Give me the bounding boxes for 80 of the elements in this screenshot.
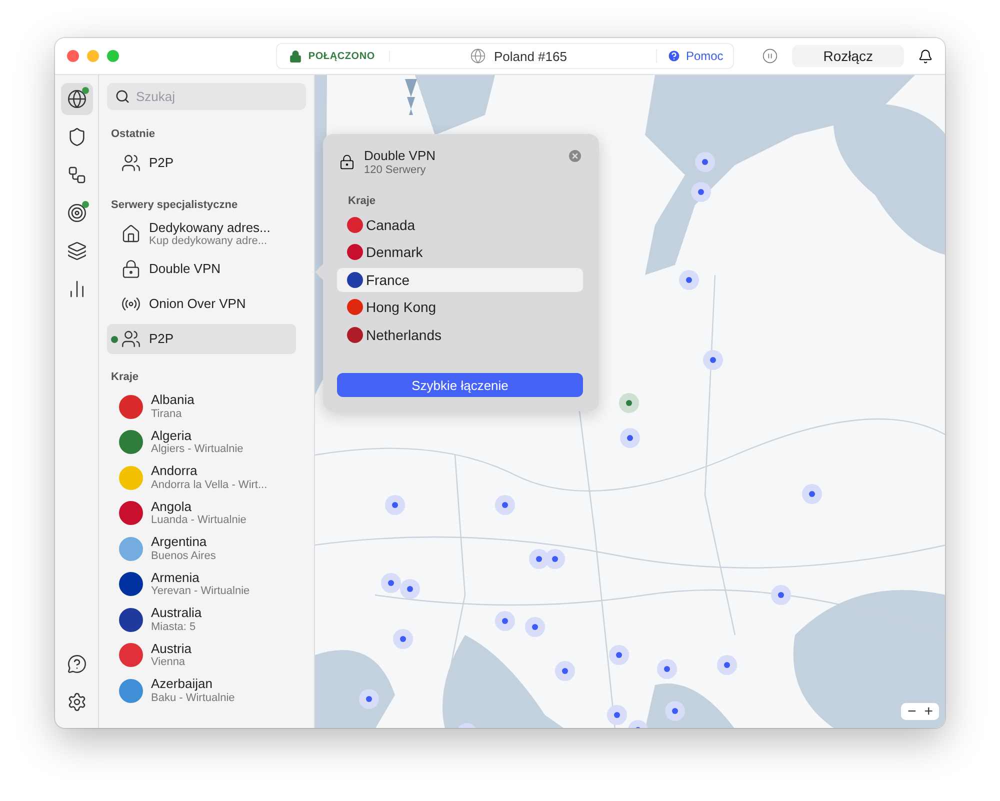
country-option[interactable]: Denmark — [337, 240, 583, 264]
country-item[interactable]: Algeria Algiers - Wirtualnie — [107, 424, 306, 460]
lock-icon — [121, 259, 141, 279]
country-name: Australia — [151, 605, 202, 621]
item-name: P2P — [149, 155, 174, 171]
pause-icon[interactable] — [762, 48, 778, 64]
city-name: Vienna — [151, 656, 186, 670]
country-item[interactable]: Angola Luanda - Wirtualnie — [107, 496, 306, 531]
country-name: Albania — [151, 392, 194, 408]
search-icon — [115, 89, 130, 104]
country-option[interactable]: Hong Kong — [337, 295, 583, 320]
popover-title: Double VPN — [364, 148, 436, 164]
country-item[interactable]: Andorra Andorra la Vella - Wirt... — [107, 460, 306, 496]
city-name: Miasta: 5 — [151, 620, 197, 634]
server-item[interactable]: Double VPN — [107, 254, 296, 284]
server-item[interactable]: Onion Over VPN — [107, 289, 296, 319]
server-item[interactable]: P2P — [107, 148, 296, 178]
country-name: Angola — [151, 498, 192, 514]
lock-icon — [339, 154, 355, 170]
popover-subtitle: 120 Serwery — [364, 164, 427, 177]
zoom-out-button[interactable]: − — [905, 703, 918, 720]
nav-button[interactable] — [60, 83, 92, 115]
disconnect-button[interactable]: Rozłącz — [792, 45, 904, 67]
status-dot — [82, 201, 88, 208]
country-name: Argentina — [151, 534, 208, 550]
section-heading: Kraje — [111, 371, 140, 383]
section-heading: Ostatnie — [111, 128, 156, 140]
close-button[interactable] — [567, 148, 583, 164]
item-name: P2P — [149, 331, 174, 347]
country-item[interactable]: Azerbaijan Baku - Wirtualnie — [107, 673, 306, 708]
search-field[interactable]: Szukaj — [107, 83, 306, 110]
city-name: Baku - Wirtualnie — [151, 692, 235, 706]
lock-icon — [289, 50, 302, 62]
item-detail: Kup dedykowany adre... — [149, 235, 268, 248]
country-name: Andorra — [151, 463, 198, 479]
city-name: Buenos Aires — [151, 550, 216, 564]
layers-icon — [66, 241, 86, 261]
server-item[interactable]: Dedykowany adres... Kup dedykowany adre... — [107, 219, 296, 249]
status-dot — [82, 87, 88, 94]
country-item[interactable]: Albania Tirana — [107, 389, 306, 424]
city-name: Yerevan - Wirtualnie — [151, 585, 250, 599]
help-chat-icon — [66, 654, 86, 674]
city-name: Tirana — [151, 408, 183, 422]
country-item[interactable]: Australia Miasta: 5 — [107, 602, 306, 638]
city-name: Algiers - Wirtualnie — [151, 443, 244, 457]
item-name: Dedykowany adres... — [149, 220, 270, 236]
close-button[interactable] — [67, 50, 79, 62]
country-option[interactable]: Netherlands — [337, 322, 583, 347]
notification-icon[interactable] — [918, 48, 933, 64]
people-icon — [121, 153, 141, 173]
section-heading: Serwery specjalistyczne — [111, 199, 239, 211]
country-name: Algeria — [151, 428, 192, 444]
network-icon — [66, 165, 86, 185]
country-item[interactable]: Austria Vienna — [107, 638, 306, 673]
globe-icon — [470, 48, 486, 64]
country-name: Armenia — [151, 570, 200, 586]
help-link[interactable]: Pomoc — [656, 49, 734, 63]
city-name: Luanda - Wirtualnie — [151, 514, 246, 528]
globe-icon — [66, 89, 86, 109]
item-name: Onion Over VPN — [149, 296, 246, 312]
server-name: Poland #165 — [494, 48, 568, 64]
people-icon — [121, 329, 141, 349]
quick-connect-button[interactable]: Szybkie łączenie — [337, 373, 583, 397]
country-option[interactable]: France — [337, 268, 583, 292]
country-item[interactable]: Armenia Yerevan - Wirtualnie — [107, 566, 306, 602]
connection-status: POŁĄCZONO — [302, 50, 390, 62]
server-item[interactable]: P2P — [107, 324, 296, 354]
country-item[interactable]: Argentina Buenos Aires — [107, 531, 306, 566]
settings-icon — [66, 692, 86, 712]
zoom-in-button[interactable]: + — [922, 703, 935, 720]
city-name: Andorra la Vella - Wirt... — [151, 478, 268, 492]
country-name: Austria — [151, 640, 192, 656]
list-heading: Kraje — [348, 194, 377, 207]
country-option[interactable]: Canada — [337, 212, 583, 237]
country-name: Azerbaijan — [151, 676, 214, 692]
item-name: Double VPN — [149, 261, 221, 277]
shield-icon — [66, 127, 86, 147]
house-icon — [121, 224, 141, 244]
help-icon — [666, 49, 681, 63]
target-icon — [66, 203, 86, 223]
